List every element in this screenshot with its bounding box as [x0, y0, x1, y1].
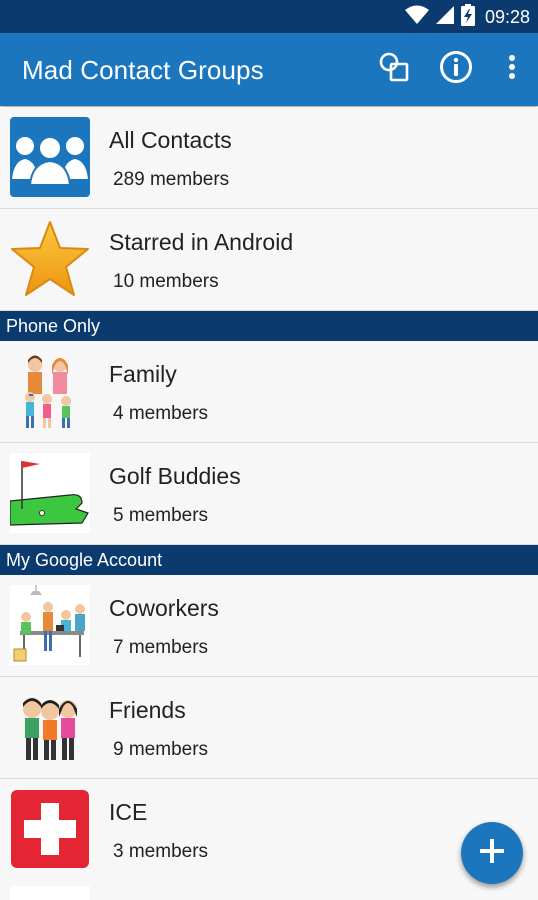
overflow-menu-button[interactable]	[494, 51, 530, 87]
signal-icon	[435, 5, 455, 30]
group-member-count: 289 members	[113, 169, 230, 190]
group-name: Coworkers	[109, 595, 219, 621]
medical-cross-icon	[10, 789, 90, 869]
contacts-group-icon	[10, 117, 90, 197]
add-group-button[interactable]	[461, 822, 523, 884]
group-member-count: 4 members	[113, 403, 209, 424]
group-name: Friends	[109, 697, 186, 723]
info-icon	[439, 50, 473, 89]
group-member-count: 9 members	[113, 739, 209, 760]
group-row-all-contacts[interactable]: All Contacts 289 members	[0, 107, 538, 209]
group-row-starred[interactable]: Starred in Android 10 members	[0, 209, 538, 311]
group-member-count: 5 members	[113, 505, 209, 526]
overflow-menu-icon	[508, 54, 516, 85]
battery-charging-icon	[460, 3, 475, 31]
status-bar: 09:28	[0, 0, 538, 33]
family-icon	[10, 351, 90, 431]
group-member-count: 10 members	[113, 271, 219, 292]
groups-shapes-button[interactable]	[376, 51, 412, 87]
group-name: ICE	[109, 799, 148, 825]
group-name: All Contacts	[109, 127, 232, 153]
next-group-row-partial[interactable]	[0, 880, 538, 900]
status-time: 09:28	[484, 6, 530, 27]
group-row-coworkers[interactable]: Coworkers 7 members	[0, 575, 538, 677]
app-bar: Mad Contact Groups	[0, 33, 538, 106]
group-row-ice[interactable]: ICE 3 members	[0, 779, 538, 881]
app-title: Mad Contact Groups	[22, 55, 264, 85]
info-button[interactable]	[438, 50, 474, 89]
friends-icon	[10, 687, 90, 767]
group-row-golf-buddies[interactable]: Golf Buddies 5 members	[0, 443, 538, 545]
group-name: Golf Buddies	[109, 463, 241, 489]
wifi-icon	[404, 5, 429, 30]
group-thumbnail	[10, 886, 90, 900]
group-member-count: 3 members	[113, 841, 209, 862]
coworkers-icon	[10, 585, 90, 665]
golf-icon	[10, 453, 90, 533]
group-name: Family	[109, 361, 177, 387]
star-icon	[10, 219, 90, 299]
section-header-google-account: My Google Account	[0, 545, 538, 575]
group-row-family[interactable]: Family 4 members	[0, 341, 538, 443]
groups-shapes-icon	[378, 51, 410, 88]
group-list: All Contacts 289 members Starred in Andr…	[0, 107, 538, 881]
group-name: Starred in Android	[109, 229, 294, 255]
group-member-count: 7 members	[113, 637, 209, 658]
group-row-friends[interactable]: Friends 9 members	[0, 677, 538, 779]
section-header-phone-only: Phone Only	[0, 311, 538, 341]
plus-icon	[479, 838, 505, 869]
